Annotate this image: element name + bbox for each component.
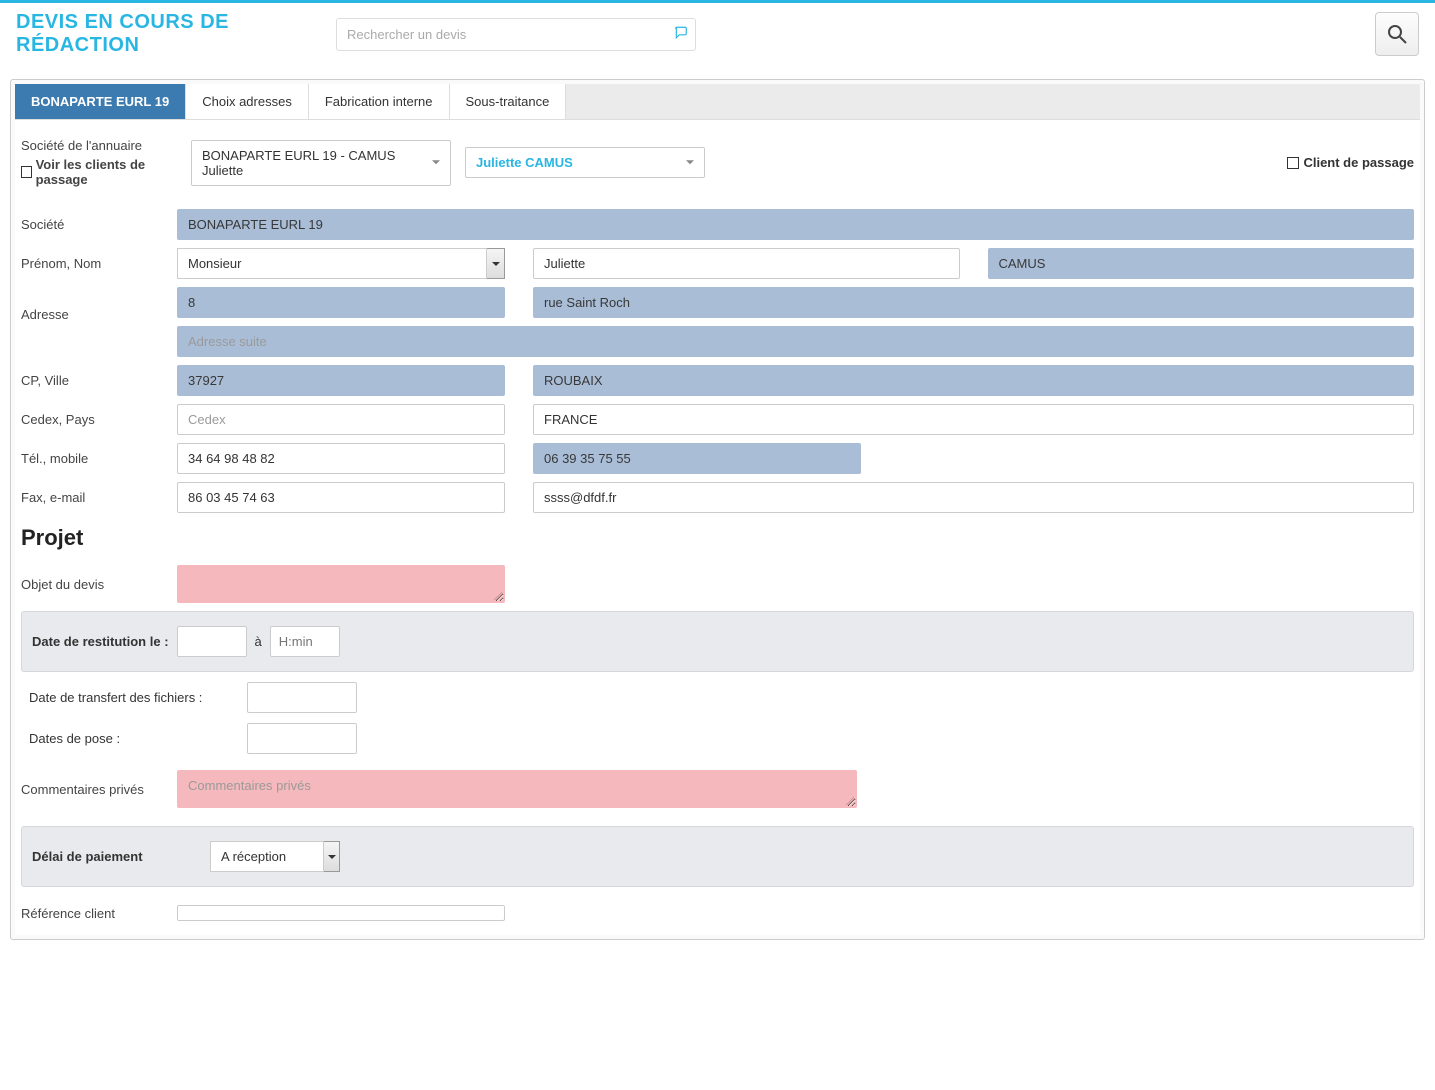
field-cp: 37927 [177, 365, 505, 396]
label-cedex-pays: Cedex, Pays [21, 412, 177, 427]
label-dates-pose: Dates de pose : [29, 731, 229, 746]
input-date-restitution[interactable] [177, 626, 247, 657]
header-bar: DEVIS EN COURS DE RÉDACTION [0, 0, 1435, 65]
field-fax[interactable]: 86 03 45 74 63 [177, 482, 505, 513]
tab-choix-adresses[interactable]: Choix adresses [186, 84, 309, 119]
section-title-projet: Projet [21, 525, 1414, 551]
field-email[interactable]: ssss@dfdf.fr [533, 482, 1414, 513]
field-nom: CAMUS [988, 248, 1415, 279]
label-reference-client: Référence client [21, 906, 177, 921]
chk-client-passage[interactable]: Client de passage [1287, 155, 1414, 170]
input-reference-client[interactable] [177, 905, 505, 921]
tab-fabrication-interne[interactable]: Fabrication interne [309, 84, 450, 119]
label-prenom-nom: Prénom, Nom [21, 256, 177, 271]
chevron-down-icon [487, 248, 505, 279]
label-delai-paiement: Délai de paiement [32, 849, 202, 864]
field-tel[interactable]: 34 64 98 48 82 [177, 443, 505, 474]
chk-voir-clients-passage[interactable]: Voir les clients de passage [21, 157, 177, 187]
tab-sous-traitance[interactable]: Sous-traitance [450, 84, 567, 119]
select-delai-paiement[interactable]: A réception [210, 841, 340, 872]
panel-date-restitution: Date de restitution le : à [21, 611, 1414, 672]
label-societe: Société [21, 217, 177, 232]
label-cp-ville: CP, Ville [21, 373, 177, 388]
field-prenom[interactable]: Juliette [533, 248, 960, 279]
field-ville: ROUBAIX [533, 365, 1414, 396]
label-date-restitution: Date de restitution le : [32, 634, 169, 649]
field-adr-suite[interactable]: Adresse suite [177, 326, 1414, 357]
input-time-restitution[interactable] [270, 626, 340, 657]
textarea-objet-devis[interactable] [177, 565, 505, 603]
field-pays[interactable]: FRANCE [533, 404, 1414, 435]
speech-bubble-icon[interactable] [674, 26, 688, 43]
input-dates-pose[interactable] [247, 723, 357, 754]
field-adr-voie: rue Saint Roch [533, 287, 1414, 318]
field-societe: BONAPARTE EURL 19 [177, 209, 1414, 240]
field-adr-num: 8 [177, 287, 505, 318]
search-button[interactable] [1375, 12, 1419, 56]
page-title: DEVIS EN COURS DE RÉDACTION [16, 11, 336, 57]
label-a: à [255, 634, 262, 649]
select-contact[interactable]: Juliette CAMUS [465, 147, 705, 178]
input-date-transfert[interactable] [247, 682, 357, 713]
checkbox-icon [21, 166, 32, 178]
checkbox-icon [1287, 157, 1299, 169]
select-civilite[interactable]: Monsieur [177, 248, 505, 279]
label-adresse: Adresse [21, 287, 177, 322]
label-fax-email: Fax, e-mail [21, 490, 177, 505]
textarea-commentaires[interactable]: Commentaires privés [177, 770, 857, 808]
field-cedex[interactable]: Cedex [177, 404, 505, 435]
search-wrap [336, 18, 696, 51]
select-societe-annuaire[interactable]: BONAPARTE EURL 19 - CAMUS Juliette [191, 140, 451, 186]
tab-bonaparte[interactable]: BONAPARTE EURL 19 [15, 84, 186, 119]
field-mobile: 06 39 35 75 55 [533, 443, 861, 474]
label-objet-devis: Objet du devis [21, 577, 177, 592]
label-commentaires: Commentaires privés [21, 782, 177, 797]
label-tel-mobile: Tél., mobile [21, 451, 177, 466]
label-date-transfert: Date de transfert des fichiers : [29, 690, 229, 705]
search-input[interactable] [336, 18, 696, 51]
chevron-down-icon [324, 841, 340, 872]
main-panel: BONAPARTE EURL 19 Choix adresses Fabrica… [10, 79, 1425, 940]
label-annuaire: Société de l'annuaire [21, 138, 177, 153]
panel-body: Société de l'annuaire Voir les clients d… [15, 120, 1420, 935]
tab-bar: BONAPARTE EURL 19 Choix adresses Fabrica… [15, 84, 1420, 120]
